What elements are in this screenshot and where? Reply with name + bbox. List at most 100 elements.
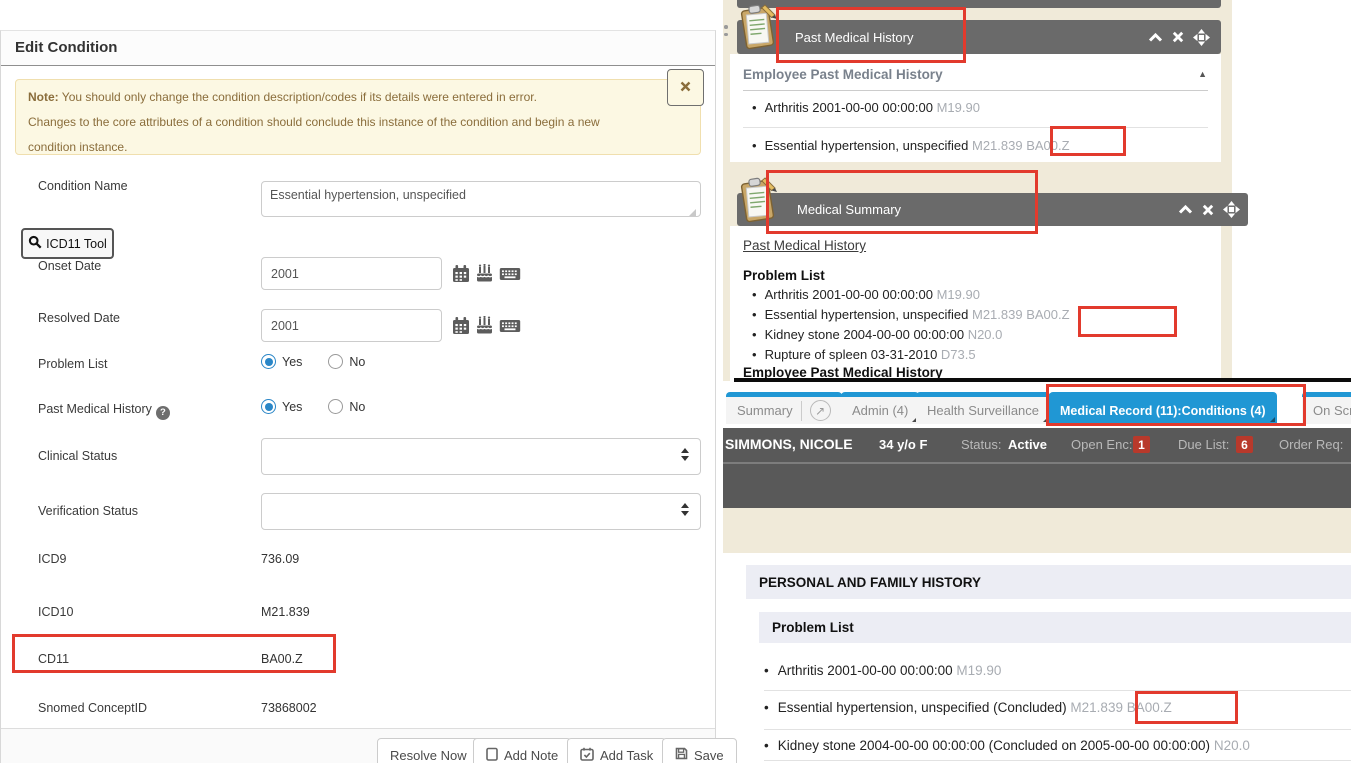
tab-separator bbox=[801, 401, 802, 421]
clinical-status-label: Clinical Status bbox=[38, 449, 117, 463]
divider bbox=[764, 729, 1351, 730]
problem-list-radio-group: Yes No bbox=[261, 354, 365, 369]
pmh-panel-header[interactable]: Past Medical History bbox=[737, 20, 1221, 54]
select-arrows-icon bbox=[681, 448, 689, 461]
keyboard-icon[interactable] bbox=[499, 318, 521, 339]
icd11-tool-label: ICD11 Tool bbox=[46, 237, 107, 251]
personal-family-history-header[interactable]: PERSONAL AND FAMILY HISTORY bbox=[746, 565, 1351, 599]
divider bbox=[743, 127, 1208, 128]
birthday-cake-icon[interactable] bbox=[475, 316, 494, 340]
chevron-up-icon[interactable] bbox=[1148, 32, 1163, 43]
tab-admin-label: Admin (4) bbox=[852, 403, 908, 418]
calendar-icon[interactable] bbox=[452, 316, 470, 340]
problem-list-no-radio[interactable] bbox=[328, 354, 343, 369]
problem-list-no-label: No bbox=[349, 355, 365, 369]
history-list-item: Arthritis 2001-00-00 00:00:00 M19.90 bbox=[764, 663, 1001, 678]
onset-date-icons bbox=[452, 264, 521, 288]
resolved-date-input[interactable] bbox=[261, 309, 442, 342]
condition-name-input[interactable]: Essential hypertension, unspecified bbox=[261, 181, 701, 217]
move-icon[interactable] bbox=[1193, 29, 1210, 46]
patient-info-bar: SIMMONS, NICOLE 34 y/o F Status: Active … bbox=[723, 428, 1351, 508]
snomed-label: Snomed ConceptID bbox=[38, 701, 147, 715]
personal-family-history-title: PERSONAL AND FAMILY HISTORY bbox=[759, 575, 981, 590]
add-task-button[interactable]: Add Task bbox=[567, 738, 666, 763]
list-item: Rupture of spleen 03-31-2010 D73.5 bbox=[752, 347, 976, 362]
employee-pmh-heading: Employee Past Medical History bbox=[743, 67, 1208, 91]
order-req-label: Order Req: bbox=[1279, 437, 1343, 452]
textarea-resize-handle[interactable] bbox=[689, 209, 696, 216]
tab-health-surveillance-label: Health Surveillance bbox=[927, 403, 1039, 418]
past-medical-history-link[interactable]: Past Medical History bbox=[743, 238, 866, 253]
close-icon[interactable] bbox=[1202, 204, 1214, 216]
clipboard-icon bbox=[737, 3, 779, 58]
patient-bar-divider bbox=[723, 462, 1351, 464]
warning-note: Note: You should only change the conditi… bbox=[15, 79, 701, 155]
problem-list-heading: Problem List bbox=[743, 268, 825, 283]
pmh-radio-group: Yes No bbox=[261, 399, 365, 414]
add-note-button[interactable]: Add Note bbox=[473, 738, 571, 763]
resolve-now-button[interactable]: Resolve Now bbox=[377, 738, 480, 763]
resolved-date-icons bbox=[452, 316, 521, 340]
list-item: Arthritis 2001-00-00 00:00:00 M19.90 bbox=[752, 100, 980, 115]
problem-list-yes-label: Yes bbox=[282, 355, 302, 369]
problem-list-yes-radio[interactable] bbox=[261, 354, 276, 369]
due-list-label: Due List: bbox=[1178, 437, 1229, 452]
tab-admin[interactable]: Admin (4) bbox=[841, 392, 919, 424]
open-enc-badge[interactable]: 1 bbox=[1133, 436, 1150, 453]
open-external-icon[interactable]: ↗ bbox=[810, 400, 831, 421]
note-icon bbox=[486, 747, 498, 763]
birthday-cake-icon[interactable] bbox=[475, 264, 494, 288]
pmh-yes-radio[interactable] bbox=[261, 399, 276, 414]
verification-status-label: Verification Status bbox=[38, 504, 138, 518]
list-item: Kidney stone 2004-00-00 00:00:00 N20.0 bbox=[752, 327, 1002, 342]
tab-on-screen[interactable]: On Scre bbox=[1302, 392, 1351, 424]
move-icon[interactable] bbox=[1223, 201, 1240, 218]
medical-summary-controls bbox=[1178, 193, 1240, 226]
note-label: Note: bbox=[28, 90, 59, 104]
save-icon bbox=[675, 747, 688, 763]
problem-list-label: Problem List bbox=[38, 357, 107, 371]
keyboard-icon[interactable] bbox=[499, 266, 521, 287]
tab-corner-icon bbox=[1270, 417, 1275, 422]
list-item: Essential hypertension, unspecified M21.… bbox=[752, 138, 1070, 153]
clinical-status-select[interactable] bbox=[261, 438, 701, 475]
patient-age-sex: 34 y/o F bbox=[879, 437, 927, 452]
resolve-now-label: Resolve Now bbox=[390, 748, 467, 763]
modal-title: Edit Condition bbox=[1, 31, 715, 66]
divider bbox=[764, 690, 1351, 691]
drag-handle-dots[interactable] bbox=[724, 25, 728, 43]
icd11-tool-button[interactable]: ICD11 Tool bbox=[21, 228, 114, 259]
icd10-label: ICD10 bbox=[38, 605, 73, 619]
help-icon[interactable]: ? bbox=[156, 406, 170, 420]
close-icon[interactable] bbox=[1172, 31, 1184, 43]
collapse-triangle-icon[interactable]: ▲ bbox=[1198, 69, 1207, 79]
problem-list-subheader[interactable]: Problem List bbox=[759, 612, 1351, 643]
verification-status-select[interactable] bbox=[261, 493, 701, 530]
close-icon bbox=[680, 79, 691, 97]
list-item: Arthritis 2001-00-00 00:00:00 M19.90 bbox=[752, 287, 980, 302]
clipboard-icon bbox=[737, 176, 779, 231]
open-enc-label: Open Enc: bbox=[1071, 437, 1132, 452]
tab-medical-record-conditions[interactable]: Medical Record (11):Conditions (4) bbox=[1049, 392, 1277, 424]
medical-summary-panel-header[interactable]: Medical Summary bbox=[737, 193, 1248, 226]
pmh-no-radio[interactable] bbox=[328, 399, 343, 414]
tab-summary-label: Summary bbox=[737, 403, 793, 418]
calendar-icon[interactable] bbox=[452, 264, 470, 288]
save-label: Save bbox=[694, 748, 724, 763]
condition-name-label: Condition Name bbox=[38, 179, 128, 193]
pmh-panel-body: Employee Past Medical History ▲ Arthriti… bbox=[730, 54, 1221, 162]
due-list-badge[interactable]: 6 bbox=[1236, 436, 1253, 453]
problem-list-subtitle: Problem List bbox=[772, 620, 854, 635]
icd11-label: CD11 bbox=[38, 652, 69, 666]
patient-name: SIMMONS, NICOLE bbox=[725, 436, 853, 452]
tab-summary[interactable]: Summary ↗ bbox=[726, 392, 842, 424]
chevron-up-icon[interactable] bbox=[1178, 204, 1193, 215]
screen: Edit Condition Note: You should only cha… bbox=[0, 0, 1351, 763]
save-button[interactable]: Save bbox=[662, 738, 737, 763]
icd11-value: BA00.Z bbox=[261, 652, 303, 666]
tab-health-surveillance[interactable]: Health Surveillance bbox=[916, 392, 1050, 424]
add-note-label: Add Note bbox=[504, 748, 558, 763]
note-close-button[interactable] bbox=[667, 69, 704, 106]
onset-date-input[interactable] bbox=[261, 257, 442, 290]
history-list-item: Kidney stone 2004-00-00 00:00:00 (Conclu… bbox=[764, 738, 1250, 753]
